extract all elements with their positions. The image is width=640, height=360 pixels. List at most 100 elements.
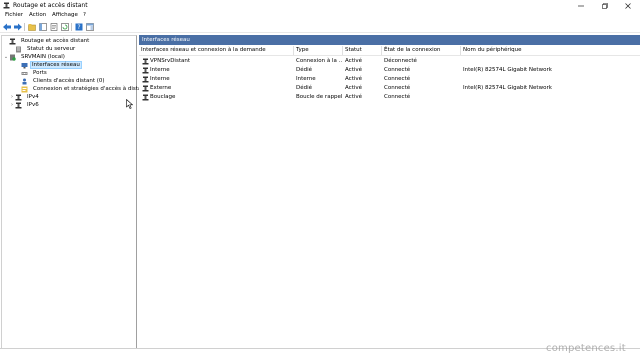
interface-icon — [142, 67, 149, 74]
column-header-interface[interactable]: Interfaces réseau et connexion à la dema… — [139, 46, 294, 55]
interface-icon — [142, 58, 149, 65]
cell-status: Activé — [345, 85, 363, 91]
menu-affichage[interactable]: Affichage — [52, 12, 78, 19]
cell-type: Dédié — [296, 85, 313, 91]
table-row[interactable]: Interne Interne Activé Connecté — [139, 75, 640, 84]
tree-node-access-policies[interactable]: Connexion et stratégies d'accès à distan… — [15, 85, 154, 93]
clients-icon — [22, 78, 27, 84]
cell-interface: Externe — [150, 85, 172, 91]
cell-status: Activé — [345, 76, 363, 82]
ipv6-icon — [15, 102, 22, 108]
refresh-icon — [61, 23, 69, 31]
column-header-connection-state[interactable]: État de la connexion — [382, 46, 461, 55]
interface-icon — [142, 76, 149, 83]
menu-bar: Fichier Action Affichage ? — [0, 11, 640, 20]
show-hide-tree-button[interactable] — [38, 22, 48, 32]
cell-connection-state: Connecté — [384, 67, 411, 73]
column-header-status[interactable]: Statut — [343, 46, 382, 55]
forward-arrow-icon — [14, 23, 22, 31]
svg-text:?: ? — [77, 24, 80, 31]
menu-fichier[interactable]: Fichier — [5, 12, 23, 19]
cell-device-name — [463, 75, 553, 84]
interface-icon — [142, 85, 149, 92]
up-folder-icon — [28, 24, 36, 31]
export-list-button[interactable]: ? — [74, 22, 84, 32]
column-header-type[interactable]: Type — [294, 46, 343, 55]
tree-node-label: Clients d'accès distant (0) — [33, 78, 105, 84]
details-pane: Interfaces réseau Interfaces réseau et c… — [139, 35, 640, 348]
tree-node-ports[interactable]: Ports — [15, 69, 50, 77]
watermark-suffix: it — [618, 343, 626, 354]
tree-node-label: IPv6 — [27, 102, 39, 108]
cell-connection-state: Déconnecté — [384, 58, 417, 64]
minimize-button[interactable] — [569, 0, 593, 11]
column-header-device-name[interactable]: Nom du périphérique — [461, 46, 540, 55]
tree-node-routing-root[interactable]: Routage et accès distant — [3, 37, 92, 45]
cell-status: Activé — [345, 58, 363, 64]
tree-node-label: Statut du serveur — [27, 46, 76, 52]
export-list-icon: ? — [75, 23, 83, 31]
show-console-icon — [86, 23, 94, 31]
close-icon — [625, 2, 631, 9]
up-folder-button[interactable] — [27, 22, 37, 32]
tree-node-network-interfaces[interactable]: Interfaces réseau — [15, 61, 82, 69]
back-arrow-icon — [3, 23, 11, 31]
minimize-icon — [578, 5, 584, 6]
table-row[interactable]: Bouclage Boucle de rappel Activé Connect… — [139, 93, 640, 102]
cell-type: Boucle de rappel — [296, 94, 342, 100]
cell-interface: Interne — [150, 76, 170, 82]
maximize-icon — [602, 2, 608, 9]
cell-type: Dédié — [296, 67, 313, 73]
cell-connection-state: Connecté — [384, 76, 411, 82]
tree-node-label: IPv4 — [27, 94, 39, 100]
properties-button[interactable] — [49, 22, 59, 32]
refresh-button[interactable] — [60, 22, 70, 32]
interface-icon — [142, 94, 149, 101]
tree-node-server-status[interactable]: Statut du serveur — [9, 45, 78, 53]
maximize-button[interactable] — [593, 0, 617, 11]
cell-status: Activé — [345, 67, 363, 73]
cell-type: Connexion à la ... — [296, 58, 342, 64]
toolbar-separator — [71, 23, 72, 31]
routing-app-icon — [3, 2, 10, 9]
mouse-cursor-icon — [126, 99, 133, 109]
tree-node-remote-clients[interactable]: Clients d'accès distant (0) — [15, 77, 108, 85]
details-header: Interfaces réseau — [139, 35, 640, 45]
cell-device-name: Intel(R) 82574L Gigabit Network Co... — [463, 67, 553, 73]
cell-connection-state: Connecté — [384, 85, 411, 91]
title-bar: Routage et accès distant — [0, 0, 640, 11]
network-interfaces-icon — [21, 62, 28, 68]
cell-connection-state: Connecté — [384, 94, 411, 100]
close-button[interactable] — [616, 0, 640, 11]
cell-device-name — [463, 57, 553, 66]
forward-button[interactable] — [13, 22, 23, 32]
cell-interface: VPNSrvDistant — [150, 58, 190, 64]
toolbar-separator — [24, 23, 25, 31]
watermark-text: competences — [546, 343, 616, 354]
tree-node-ipv6[interactable]: › IPv6 — [9, 101, 42, 109]
tree-node-label: Ports — [33, 70, 47, 76]
cell-interface: Interne — [150, 67, 170, 73]
tree-node-srvmain[interactable]: ⌄ SRVMAIN (local) — [3, 53, 68, 61]
server-status-icon — [16, 46, 21, 52]
cell-device-name: Intel(R) 82574L Gigabit Network Co... — [463, 85, 553, 91]
server-icon — [9, 38, 16, 44]
cell-device-name — [463, 93, 553, 102]
menu-action[interactable]: Action — [29, 12, 46, 19]
tree-node-label: Routage et accès distant — [21, 38, 90, 44]
back-button[interactable] — [2, 22, 12, 32]
tree-node-label: SRVMAIN (local) — [21, 54, 65, 60]
properties-icon — [50, 23, 58, 31]
tree-node-ipv4[interactable]: › IPv4 — [9, 93, 42, 101]
window-title: Routage et accès distant — [13, 2, 88, 9]
watermark-logo: competences.it — [546, 343, 626, 354]
cell-type: Interne — [296, 76, 316, 82]
table-row[interactable]: Externe Dédié Activé Connecté Intel(R) 8… — [139, 84, 640, 93]
table-row[interactable]: VPNSrvDistant Connexion à la ... Activé … — [139, 57, 640, 66]
menu-help[interactable]: ? — [83, 12, 86, 19]
column-header-divider — [139, 55, 640, 56]
cell-interface: Bouclage — [150, 94, 176, 100]
table-row[interactable]: Interne Dédié Activé Connecté Intel(R) 8… — [139, 66, 640, 75]
show-console-button[interactable] — [85, 22, 95, 32]
server-green-icon — [10, 54, 16, 61]
